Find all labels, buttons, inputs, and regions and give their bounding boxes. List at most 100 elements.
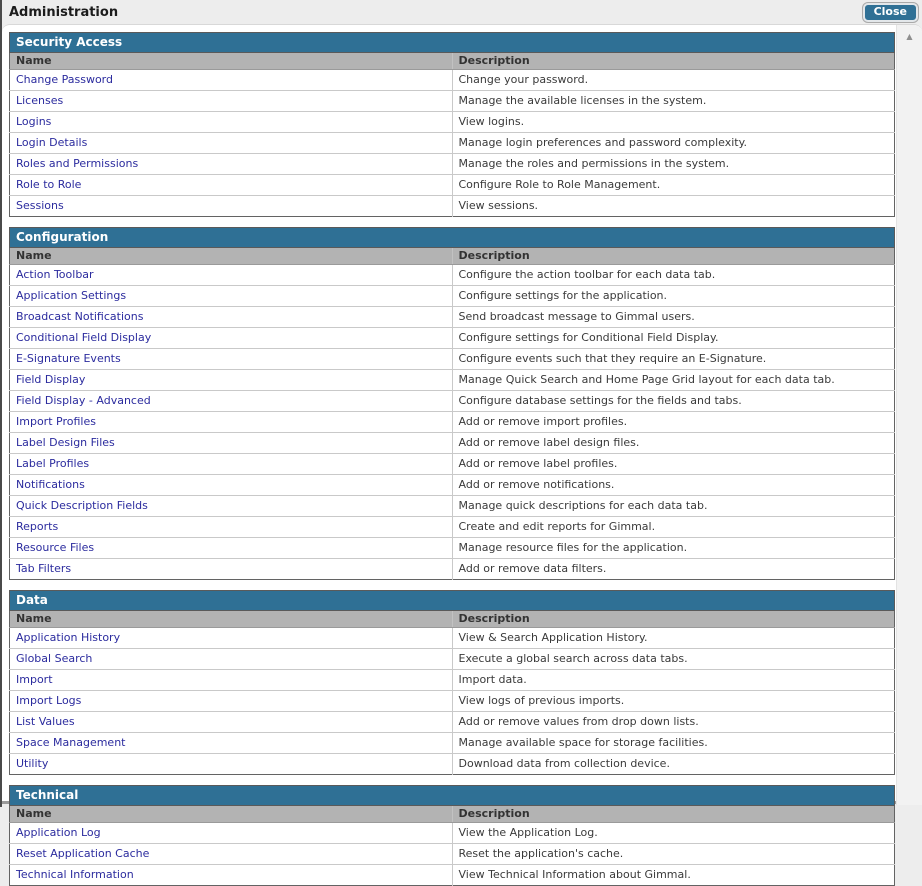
table-row: Reports Create and edit reports for Gimma… [10,517,895,538]
item-link[interactable]: Quick Description Fields [16,499,148,512]
item-link[interactable]: Field Display [16,373,85,386]
item-name-cell: Roles and Permissions [10,154,453,175]
item-description: View Technical Information about Gimmal. [452,865,895,886]
table-row: Reset Application CacheReset the applica… [10,844,895,865]
scroll-up-icon[interactable]: ▲ [897,25,922,41]
item-name-cell: Sessions [10,196,453,217]
column-header-row: Name Description [10,53,895,70]
item-link[interactable]: Logins [16,115,51,128]
item-link[interactable]: Label Profiles [16,457,89,470]
item-description: Manage login preferences and password co… [452,133,895,154]
section-header: Data [10,591,895,611]
table-row: Roles and Permissions Manage the roles an… [10,154,895,175]
item-link[interactable]: Application History [16,631,120,644]
item-name-cell: Import Profiles [10,412,453,433]
item-description: Manage the available licenses in the sys… [452,91,895,112]
table-row: Field Display - Advanced Configure databa… [10,391,895,412]
table-row: Quick Description Fields Manage quick des… [10,496,895,517]
column-header-description: Description [452,248,895,265]
item-link[interactable]: Import Profiles [16,415,96,428]
scrollbar[interactable]: ▲ [896,25,922,805]
table-row: Import ProfilesAdd or remove import prof… [10,412,895,433]
item-link[interactable]: Broadcast Notifications [16,310,143,323]
item-link[interactable]: Import Logs [16,694,81,707]
table-row: Licenses Manage the available licenses in… [10,91,895,112]
table-row: Change PasswordChange your password. [10,70,895,91]
item-link[interactable]: Application Settings [16,289,126,302]
item-description: Configure Role to Role Management. [452,175,895,196]
table-row: Login Details Manage login preferences an… [10,133,895,154]
item-link[interactable]: Sessions [16,199,64,212]
item-description: Execute a global search across data tabs… [452,649,895,670]
column-header-description: Description [452,806,895,823]
item-link[interactable]: E-Signature Events [16,352,121,365]
item-link[interactable]: Action Toolbar [16,268,94,281]
item-description: Import data. [452,670,895,691]
item-name-cell: Application History [10,628,453,649]
item-name-cell: Utility [10,754,453,775]
item-description: Manage Quick Search and Home Page Grid l… [452,370,895,391]
item-link[interactable]: Reports [16,520,58,533]
section-title-row: Configuration [10,228,895,248]
item-link[interactable]: Roles and Permissions [16,157,138,170]
item-description: Manage the roles and permissions in the … [452,154,895,175]
table-row: UtilityDownload data from collection dev… [10,754,895,775]
item-link[interactable]: Field Display - Advanced [16,394,151,407]
item-link[interactable]: Tab Filters [16,562,71,575]
item-link[interactable]: Utility [16,757,48,770]
item-description: Configure settings for the application. [452,286,895,307]
section-table: Configuration Name Description Action To… [9,227,895,580]
item-name-cell: List Values [10,712,453,733]
column-header-row: Name Description [10,806,895,823]
section-header: Security Access [10,33,895,53]
item-description: View logs of previous imports. [452,691,895,712]
item-description: Add or remove label profiles. [452,454,895,475]
item-link[interactable]: Label Design Files [16,436,115,449]
item-description: Create and edit reports for Gimmal. [452,517,895,538]
item-description: Configure database settings for the fiel… [452,391,895,412]
item-link[interactable]: Global Search [16,652,92,665]
table-row: Conditional Field Display Configure setti… [10,328,895,349]
table-row: NotificationsAdd or remove notifications… [10,475,895,496]
item-link[interactable]: Change Password [16,73,113,86]
close-button[interactable]: Close [863,3,918,22]
item-link[interactable]: Resource Files [16,541,94,554]
item-name-cell: Application Settings [10,286,453,307]
table-row: Action ToolbarConfigure the action toolb… [10,265,895,286]
item-link[interactable]: Licenses [16,94,63,107]
item-link[interactable]: Role to Role [16,178,81,191]
item-description: Add or remove label design files. [452,433,895,454]
table-row: Resource FilesManage resource files for … [10,538,895,559]
table-row: E-Signature EventsConfigure events such … [10,349,895,370]
item-link[interactable]: Import [16,673,53,686]
table-row: LoginsView logins. [10,112,895,133]
item-description: Manage available space for storage facil… [452,733,895,754]
item-name-cell: Broadcast Notifications [10,307,453,328]
table-row: Import Import data. [10,670,895,691]
item-link[interactable]: List Values [16,715,75,728]
section-table: Technical Name Description Application L… [9,785,895,886]
item-link[interactable]: Application Log [16,826,101,839]
item-description: Manage quick descriptions for each data … [452,496,895,517]
table-row: Import Logs View logs of previous imports… [10,691,895,712]
item-name-cell: Conditional Field Display [10,328,453,349]
table-row: Role to Role Configure Role to Role Manag… [10,175,895,196]
table-row: Application Settings Configure settings f… [10,286,895,307]
item-link[interactable]: Technical Information [16,868,134,881]
column-header-name: Name [10,806,453,823]
item-link[interactable]: Conditional Field Display [16,331,151,344]
table-row: List ValuesAdd or remove values from dro… [10,712,895,733]
item-description: Configure settings for Conditional Field… [452,328,895,349]
item-link[interactable]: Login Details [16,136,87,149]
column-header-row: Name Description [10,611,895,628]
item-name-cell: Label Design Files [10,433,453,454]
item-name-cell: Global Search [10,649,453,670]
table-row: Label Design Files Add or remove label de… [10,433,895,454]
item-link[interactable]: Space Management [16,736,125,749]
page-title: Administration [9,5,118,20]
item-link[interactable]: Reset Application Cache [16,847,149,860]
section-title-row: Technical [10,786,895,806]
item-link[interactable]: Notifications [16,478,85,491]
section-table: Security Access Name Description Change … [9,32,895,217]
section-header: Configuration [10,228,895,248]
